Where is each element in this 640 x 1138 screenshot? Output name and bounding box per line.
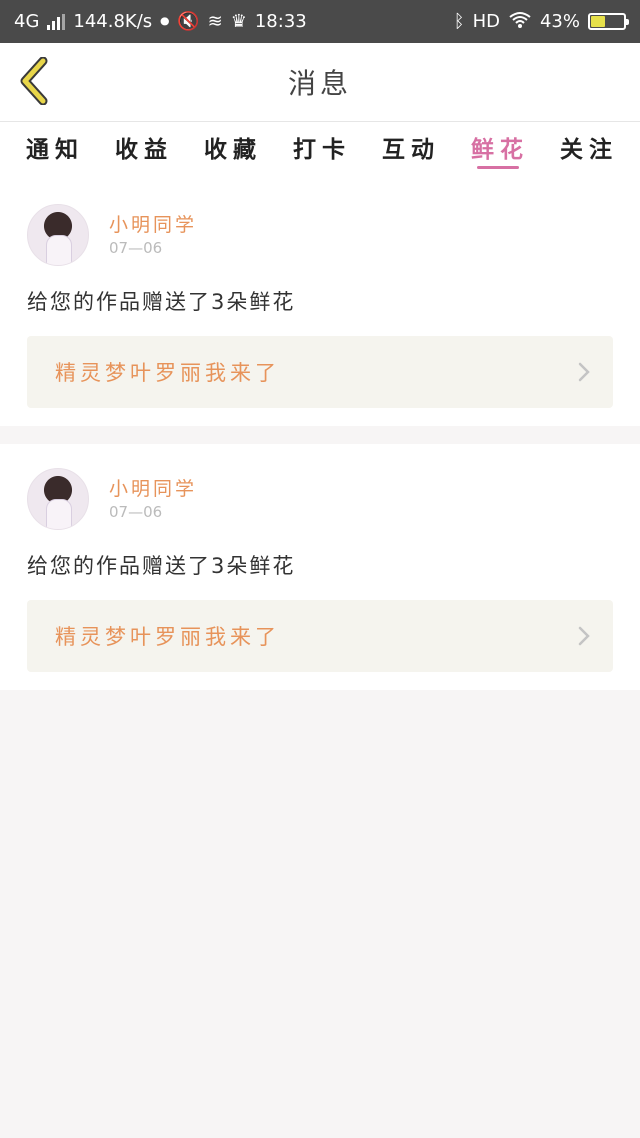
back-button[interactable] [14, 55, 54, 107]
chevron-right-icon [578, 362, 590, 382]
chevron-left-icon [20, 57, 48, 105]
avatar[interactable] [27, 204, 89, 266]
message-text: 给您的作品赠送了3朵鲜花 [27, 290, 296, 314]
tab-notifications[interactable]: 通知 [26, 122, 84, 164]
battery-percent: 43% [539, 11, 580, 32]
tab-interactions[interactable]: 互动 [382, 122, 440, 164]
mute-icon: 🔇 [177, 10, 200, 32]
message-date: 07—06 [109, 503, 163, 521]
status-bar: 4G 144.8K/s ⏺ 🔇 ≋ ♛ 18:33 ᛒ HD 43% [0, 0, 640, 43]
username[interactable]: 小明同学 [109, 210, 197, 237]
work-link[interactable]: 精灵梦叶罗丽我来了 [27, 336, 613, 408]
avatar[interactable] [27, 468, 89, 530]
tab-flowers[interactable]: 鲜花 [471, 122, 529, 169]
hd-badge: HD [472, 11, 500, 32]
message-card: 小明同学 07—06 给您的作品赠送了3朵鲜花 精灵梦叶罗丽我来了 [0, 180, 640, 426]
message-text: 给您的作品赠送了3朵鲜花 [27, 554, 296, 578]
message-date: 07—06 [109, 239, 163, 257]
tab-earnings[interactable]: 收益 [115, 122, 173, 164]
network-speed: 144.8K/s [73, 11, 153, 32]
bluetooth-icon: ᛒ [453, 10, 465, 32]
work-link[interactable]: 精灵梦叶罗丽我来了 [27, 600, 613, 672]
page-title: 消息 [287, 67, 352, 100]
tab-favorites[interactable]: 收藏 [204, 122, 262, 164]
work-title: 精灵梦叶罗丽我来了 [55, 625, 280, 649]
work-title: 精灵梦叶罗丽我来了 [55, 361, 280, 385]
tab-bar: 通知 收益 收藏 打卡 互动 鲜花 关注 [0, 122, 640, 180]
message-card: 小明同学 07—06 给您的作品赠送了3朵鲜花 精灵梦叶罗丽我来了 [0, 444, 640, 690]
username[interactable]: 小明同学 [109, 474, 197, 501]
wifi-icon [508, 11, 532, 33]
signal-icon [47, 13, 66, 30]
tab-checkin[interactable]: 打卡 [293, 122, 351, 164]
crown-icon: ♛ [230, 10, 247, 32]
play-circle-icon: ⏺ [160, 10, 170, 32]
network-type: 4G [14, 11, 40, 32]
battery-icon [588, 13, 629, 30]
chevron-right-icon [578, 626, 590, 646]
tab-follows[interactable]: 关注 [560, 122, 618, 164]
storage-icon: ≋ [207, 10, 223, 32]
header: 消息 [0, 43, 640, 122]
clock: 18:33 [254, 11, 307, 32]
